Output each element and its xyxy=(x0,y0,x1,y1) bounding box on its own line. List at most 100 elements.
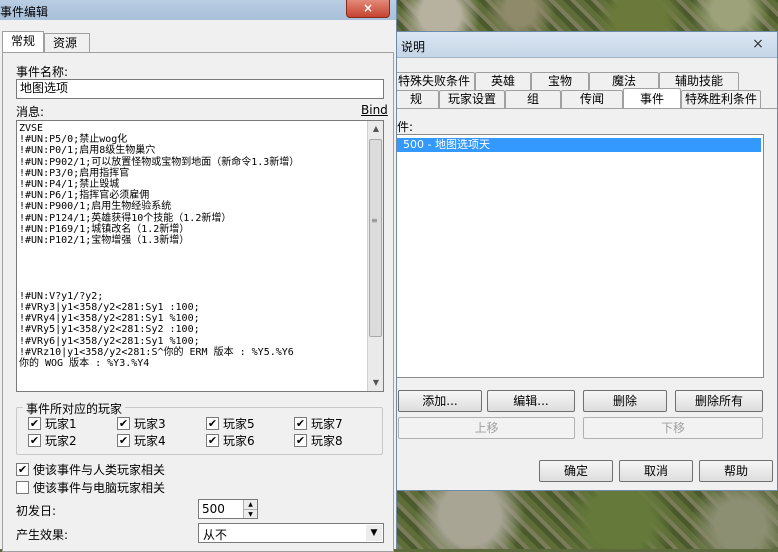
event-edit-dialog: 事件编辑 × 常规 资源 事件名称: 地图选项 消息: Bind ZVSE !#U… xyxy=(0,0,397,552)
message-line: !#UN:P169/1;城镇改名（1.2新增） xyxy=(19,223,190,235)
checkbox-icon[interactable]: ✔ xyxy=(28,417,41,430)
checkbox-icon[interactable]: ✔ xyxy=(28,434,41,447)
map-dialog-close-button[interactable]: × xyxy=(745,34,771,54)
message-line: !#VRy3|y1<358/y2<281:Sy1 :100; xyxy=(19,302,200,313)
player-3-checkbox[interactable]: ✔ 玩家3 xyxy=(117,415,166,432)
event-name-input[interactable]: 地图选项 xyxy=(16,79,384,99)
player-label: 玩家7 xyxy=(311,417,343,431)
tab-artifacts[interactable]: 宝物 xyxy=(531,72,589,90)
message-line: !#UN:P900/1;启用生物经验系统 xyxy=(19,201,172,213)
checkbox-icon[interactable]: ✔ xyxy=(294,417,307,430)
human-player-checkbox[interactable]: ✔ 使该事件与人类玩家相关 xyxy=(16,461,165,478)
first-day-stepper[interactable]: 500 ▲ ▼ xyxy=(198,499,258,519)
event-dialog-close-button[interactable]: × xyxy=(346,0,390,18)
computer-player-checkbox[interactable]: 使该事件与电脑玩家相关 xyxy=(16,479,165,496)
message-line xyxy=(19,280,299,291)
chevron-down-icon[interactable]: ▼ xyxy=(366,525,382,541)
player-label: 玩家4 xyxy=(134,434,166,448)
tab-resources[interactable]: 资源 xyxy=(44,33,91,53)
tab-general[interactable]: 规 xyxy=(393,90,439,108)
effect-value: 从不 xyxy=(203,528,228,542)
message-line: !#UN:P6/1;指挥官必须雇佣 xyxy=(19,190,150,202)
player-4-checkbox[interactable]: ✔ 玩家4 xyxy=(117,432,166,449)
checkbox-icon[interactable]: ✔ xyxy=(117,417,130,430)
human-player-label: 使该事件与人类玩家相关 xyxy=(33,463,166,477)
edit-button[interactable]: 编辑... xyxy=(487,390,575,412)
tab-general[interactable]: 常规 xyxy=(2,31,45,53)
message-scrollbar[interactable]: ▲ ≡ ▼ xyxy=(367,121,383,391)
scroll-up-arrow-icon[interactable]: ▲ xyxy=(368,121,383,137)
tab-panel-divider xyxy=(393,108,777,109)
message-line: !#UN:P5/0;禁止wog化 xyxy=(19,134,128,146)
events-list-label: 件: xyxy=(397,120,414,134)
message-text: ZVSE !#UN:P5/0;禁止wog化 !#UN:P0/1;启用8级生物巢穴 !#… xyxy=(19,123,299,369)
player-5-checkbox[interactable]: ✔ 玩家5 xyxy=(206,415,255,432)
player-label: 玩家5 xyxy=(223,417,255,431)
tab-groups[interactable]: 组 xyxy=(505,90,561,108)
tab-special-loss[interactable]: 特殊失败条件 xyxy=(393,72,475,90)
tab-rumors[interactable]: 传闻 xyxy=(561,90,623,108)
list-item[interactable]: 500 - 地图选项天 xyxy=(397,138,761,152)
map-tabs-row2: 规 玩家设置 组 传闻 事件 特殊胜利条件 xyxy=(393,88,761,108)
player-7-checkbox[interactable]: ✔ 玩家7 xyxy=(294,415,343,432)
message-line: !#UN:P4/1;禁止毁城 xyxy=(19,178,120,190)
message-line: !#VRy6|y1<358/y2<281:Sy1 %100; xyxy=(19,335,200,347)
player-label: 玩家6 xyxy=(223,434,255,448)
player-label: 玩家1 xyxy=(45,417,77,431)
message-line: !#UN:P102/1;宝物增强（1.3新增） xyxy=(19,234,190,246)
tab-events[interactable]: 事件 xyxy=(623,88,681,108)
delete-button[interactable]: 删除 xyxy=(583,390,667,412)
message-line: !#UN:P124/1;英雄获得10个技能（1.2新增） xyxy=(19,212,232,224)
map-dialog-title: 说明 xyxy=(401,40,426,54)
message-line xyxy=(19,246,299,257)
player-label: 玩家2 xyxy=(45,434,77,448)
cancel-button[interactable]: 取消 xyxy=(619,460,693,482)
tab-special-victory[interactable]: 特殊胜利条件 xyxy=(681,90,761,108)
player-label: 玩家8 xyxy=(311,434,343,448)
player-6-checkbox[interactable]: ✔ 玩家6 xyxy=(206,432,255,449)
message-line: !#VRz10|y1<358/y2<281:S^你的 ERM 版本 : %Y5.… xyxy=(19,346,294,358)
scroll-down-arrow-icon[interactable]: ▼ xyxy=(368,375,383,391)
bind-link[interactable]: Bind xyxy=(361,103,388,117)
checkbox-icon[interactable]: ✔ xyxy=(206,434,219,447)
message-textarea[interactable]: ZVSE !#UN:P5/0;禁止wog化 !#UN:P0/1;启用8级生物巢穴 !#… xyxy=(16,120,384,392)
scroll-grip-icon: ≡ xyxy=(371,216,378,225)
message-line: ZVSE xyxy=(19,123,44,134)
message-line xyxy=(19,268,299,279)
first-day-label: 初发日: xyxy=(16,504,57,518)
effect-select[interactable]: 从不 ▼ xyxy=(198,523,384,543)
checkbox-icon[interactable]: ✔ xyxy=(294,434,307,447)
checkbox-icon[interactable]: ✔ xyxy=(16,463,29,476)
scroll-thumb[interactable] xyxy=(369,139,382,337)
checkbox-icon[interactable]: ✔ xyxy=(117,434,130,447)
events-list[interactable]: 件: 500 - 地图选项天 xyxy=(394,120,764,378)
move-down-button[interactable]: 下移 xyxy=(583,417,763,439)
help-button[interactable]: 帮助 xyxy=(699,460,773,482)
delete-all-button[interactable]: 删除所有 xyxy=(675,390,763,412)
event-dialog-title: 事件编辑 xyxy=(0,5,49,19)
add-button[interactable]: 添加... xyxy=(398,390,482,412)
map-properties-dialog: 说明 × 特殊失败条件 英雄 宝物 魔法 辅助技能 规 玩家设置 组 传闻 事件… xyxy=(392,31,778,491)
message-line: !#UN:P0/1;启用8级生物巢穴 xyxy=(19,145,156,157)
spin-up-arrow-icon[interactable]: ▲ xyxy=(243,500,257,509)
ok-button[interactable]: 确定 xyxy=(539,460,613,482)
event-name-label: 事件名称: xyxy=(16,65,69,79)
event-dialog-titlebar: 事件编辑 × xyxy=(0,0,396,20)
player-1-checkbox[interactable]: ✔ 玩家1 xyxy=(28,415,77,432)
player-2-checkbox[interactable]: ✔ 玩家2 xyxy=(28,432,77,449)
message-line: 你的 WOG 版本 : %Y3.%Y4 xyxy=(19,357,150,369)
checkbox-icon[interactable]: ✔ xyxy=(206,417,219,430)
message-line: !#VRy4|y1<358/y2<281:Sy1 %100; xyxy=(19,313,200,325)
checkbox-icon[interactable] xyxy=(16,481,29,494)
map-tabs-row1: 特殊失败条件 英雄 宝物 魔法 辅助技能 xyxy=(393,72,739,90)
tab-heroes[interactable]: 英雄 xyxy=(475,72,531,90)
message-line: !#UN:V?y1/?y2; xyxy=(19,290,104,302)
move-up-button[interactable]: 上移 xyxy=(398,417,575,439)
spin-down-arrow-icon[interactable]: ▼ xyxy=(243,509,257,518)
effect-label: 产生效果: xyxy=(16,528,69,542)
message-line: !#VRy5|y1<358/y2<281:Sy2 :100; xyxy=(19,324,200,336)
tab-player-settings[interactable]: 玩家设置 xyxy=(439,90,505,108)
message-line xyxy=(19,257,299,268)
player-8-checkbox[interactable]: ✔ 玩家8 xyxy=(294,432,343,449)
first-day-value: 500 xyxy=(202,502,225,516)
